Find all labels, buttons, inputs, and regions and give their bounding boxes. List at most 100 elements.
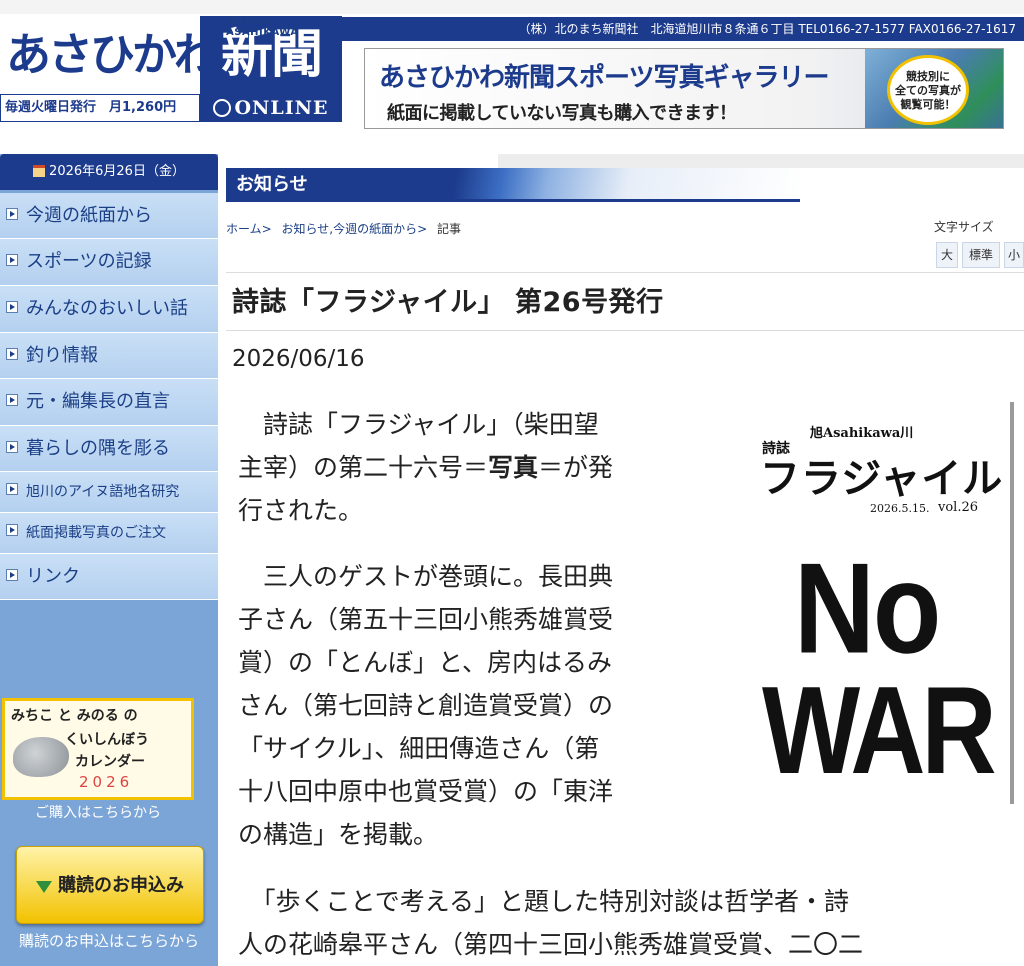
- paragraph-line: 子さん（第五十三回小熊秀雄賞受: [238, 605, 614, 634]
- subscribe-link[interactable]: 購読のお申込はこちらから: [6, 930, 212, 952]
- paragraph-line: 「サイクル」、細田傳造さん（第: [238, 734, 600, 763]
- calendar-ad-year: 2026: [79, 773, 134, 791]
- sidebar-nav: 今週の紙面から スポーツの記録 みんなのおいしい話 釣り情報 元・編集長の直言 …: [0, 193, 218, 600]
- breadcrumb-home[interactable]: ホーム>: [226, 222, 272, 236]
- globe-icon: [213, 99, 232, 117]
- calendar-ad[interactable]: みちこ と みのる の くいしんぼう カレンダー 2026: [2, 698, 194, 800]
- sidebar-item-food[interactable]: みんなのおいしい話: [0, 286, 218, 333]
- calendar-ad-line1: みちこ と みのる の: [11, 708, 138, 724]
- cover-date: 2026.5.15.: [870, 502, 930, 515]
- site-logo[interactable]: あさひかわ 新聞 WEEKLY ASAHIKAWA 毎週火曜日発行 月1,260…: [0, 14, 342, 124]
- header-top-band: [0, 0, 1024, 14]
- font-size-small-button[interactable]: 小: [1004, 242, 1024, 268]
- cover-publisher: 旭Asahikawa川: [810, 426, 914, 441]
- sports-gallery-banner[interactable]: あさひかわ新聞スポーツ写真ギャラリー 紙面に掲載していない写真も購入できます！ …: [364, 48, 1004, 129]
- sidebar-item-photo-order[interactable]: 紙面掲載写真のご注文: [0, 513, 218, 554]
- paragraph-line: 三人のゲストが巻頭に。長田典: [238, 562, 614, 591]
- calendar-ad-line2: くいしんぼう: [65, 732, 149, 748]
- arrow-bullet-icon: [6, 524, 18, 536]
- breadcrumb-category[interactable]: お知らせ,今週の紙面から>: [282, 222, 428, 236]
- arrow-bullet-icon: [6, 208, 18, 220]
- sidebar-item-label: 釣り情報: [26, 345, 98, 366]
- font-size-large-button[interactable]: 大: [936, 242, 958, 268]
- paragraph-line: 賞）の「とんぼ」と、房内はるみ: [238, 648, 613, 677]
- badge-line: 全ての写真が: [895, 84, 961, 97]
- logo-subline: 毎週火曜日発行 月1,260円 ONLINE: [0, 94, 342, 122]
- article-paragraph: 詩誌「フラジャイル」（柴田望 主宰）の第二十六号＝写真＝が発 行された。: [238, 403, 613, 532]
- banner-headline: あさひかわ新聞スポーツ写真ギャラリー: [379, 63, 829, 93]
- company-info-bar: （株）北のまち新聞社 北海道旭川市８条通６丁目 TEL0166-27-1577 …: [342, 17, 1024, 41]
- arrow-bullet-icon: [6, 569, 18, 581]
- paragraph-line: の構造」を掲載。: [238, 820, 439, 849]
- sidebar-item-sports[interactable]: スポーツの記録: [0, 239, 218, 286]
- issue-note: 毎週火曜日発行 月1,260円: [0, 94, 200, 122]
- arrow-bullet-icon: [6, 348, 18, 360]
- arrow-bullet-icon: [6, 394, 18, 406]
- calendar-ad-line3: カレンダー: [75, 754, 145, 770]
- paragraph-line: 詩誌「フラジャイル」（柴田望: [238, 410, 599, 439]
- sidebar-item-label: 元・編集長の直言: [26, 391, 170, 412]
- divider: [226, 272, 1024, 273]
- paragraph-line: 「歩くことで考える」と題した特別対談は哲学者・詩: [238, 887, 850, 916]
- calendar-icon: [33, 165, 46, 177]
- badge-line: 観覧可能！: [900, 98, 956, 111]
- arrow-bullet-icon: [6, 254, 18, 266]
- font-size-label: 文字サイズ: [934, 220, 994, 234]
- site-header: あさひかわ 新聞 WEEKLY ASAHIKAWA 毎週火曜日発行 月1,260…: [0, 0, 1024, 140]
- logo-asahikawa: あさひかわ: [0, 16, 200, 94]
- magazine-cover-photo: 旭Asahikawa川 詩誌 フラジャイル 2026.5.15. vol.26 …: [732, 402, 1014, 804]
- divider: [226, 330, 1024, 331]
- sidebar-item-label: リンク: [26, 566, 80, 587]
- paragraph-line: 行された。: [238, 496, 364, 525]
- paragraph-line: 主宰）の第二十六号＝写真＝が発: [238, 446, 613, 489]
- section-title: お知らせ: [226, 168, 800, 202]
- article-date: 2026/06/16: [232, 346, 365, 372]
- sidebar-item-this-week[interactable]: 今週の紙面から: [0, 193, 218, 239]
- photo-emphasis: 写真: [488, 453, 539, 482]
- sidebar-item-fishing[interactable]: 釣り情報: [0, 333, 218, 379]
- date-bar: 2026年6月26日（金）: [0, 154, 218, 190]
- paragraph-line: さん（第七回詩と創造賞受賞）の: [238, 691, 614, 720]
- sidebar-item-links[interactable]: リンク: [0, 554, 218, 600]
- oyster-illustration: [13, 737, 69, 777]
- sidebar-item-label: 今週の紙面から: [26, 205, 152, 226]
- sidebar-item-carving[interactable]: 暮らしの隅を彫る: [0, 426, 218, 472]
- cover-title: フラジャイル: [760, 455, 1004, 502]
- font-size-normal-button[interactable]: 標準: [962, 242, 1000, 268]
- arrow-bullet-icon: [6, 483, 18, 495]
- banner-subline: 紙面に掲載していない写真も購入できます！: [387, 103, 737, 124]
- online-text: ONLINE: [234, 97, 329, 119]
- sidebar-item-ainu[interactable]: 旭川のアイヌ語地名研究: [0, 472, 218, 513]
- sidebar-item-label: 紙面掲載写真のご注文: [26, 525, 166, 541]
- font-size-control: 文字サイズ 大 標準 小: [934, 218, 1024, 270]
- badge-line: 競技別に: [906, 70, 950, 83]
- online-label: ONLINE: [200, 94, 342, 122]
- sidebar: 2026年6月26日（金） 今週の紙面から スポーツの記録 みんなのおいしい話 …: [0, 154, 218, 966]
- line-text: ＝が発: [538, 453, 614, 482]
- article-title: 詩誌「フラジャイル」 第26号発行: [232, 287, 664, 318]
- article-paragraph: 三人のゲストが巻頭に。長田典 子さん（第五十三回小熊秀雄賞受 賞）の「とんぼ」と…: [238, 555, 613, 856]
- arrow-bullet-icon: [6, 301, 18, 313]
- subscribe-label: 購読のお申込み: [58, 875, 184, 896]
- current-date: 2026年6月26日（金）: [49, 164, 185, 179]
- banner-badge: 競技別に 全ての写真が 観覧可能！: [887, 55, 969, 125]
- sidebar-item-label: 旭川のアイヌ語地名研究: [26, 484, 180, 500]
- subscribe-button[interactable]: 購読のお申込み: [16, 846, 204, 924]
- logo-weekly-label: WEEKLY ASAHIKAWA: [226, 16, 299, 38]
- breadcrumb: ホーム> お知らせ,今週の紙面から> 記事: [226, 220, 467, 237]
- sidebar-item-label: スポーツの記録: [26, 251, 152, 272]
- sidebar-item-label: みんなのおいしい話: [26, 298, 188, 319]
- calendar-purchase-link[interactable]: ご購入はこちらから: [0, 802, 196, 822]
- cover-slogan-war: WAR: [762, 661, 997, 801]
- arrow-bullet-icon: [6, 441, 18, 453]
- breadcrumb-current: 記事: [437, 222, 462, 236]
- paragraph-line: 十八回中原中也賞受賞）の「東洋: [238, 777, 614, 806]
- line-text: 主宰）の第二十六号＝: [238, 453, 489, 482]
- down-arrow-icon: [36, 881, 52, 893]
- sidebar-item-label: 暮らしの隅を彫る: [26, 438, 170, 459]
- sidebar-item-editor[interactable]: 元・編集長の直言: [0, 379, 218, 426]
- section-head-decor: [498, 154, 1024, 168]
- article-paragraph: 「歩くことで考える」と題した特別対談は哲学者・詩 人の花崎皋平さん（第四十三回小…: [238, 880, 863, 966]
- cover-volume: vol.26: [938, 500, 979, 515]
- paragraph-line: 人の花崎皋平さん（第四十三回小熊秀雄賞受賞、二〇二: [238, 930, 864, 959]
